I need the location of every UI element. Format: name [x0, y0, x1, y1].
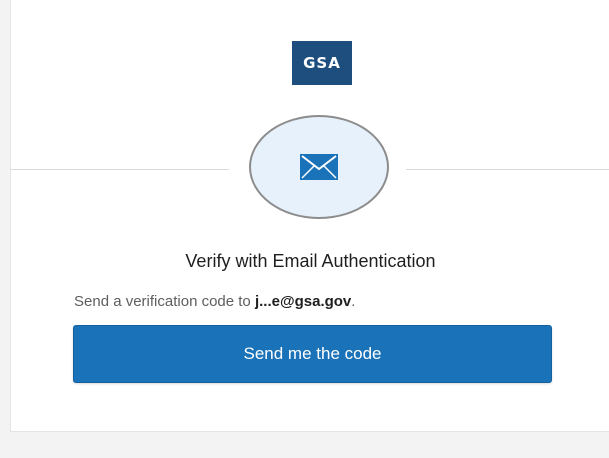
- masked-email: j...e@gsa.gov: [254, 293, 352, 310]
- verification-instructions: Send a verification code to j...e@gsa.go…: [74, 293, 355, 310]
- divider-right: [406, 169, 609, 170]
- authenticator-badge: [249, 115, 389, 219]
- divider-left: [11, 169, 229, 170]
- instructions-suffix: .: [351, 293, 356, 310]
- email-envelope-icon: [300, 154, 338, 180]
- send-code-button[interactable]: Send me the code: [73, 325, 552, 383]
- logo-text: GSA: [303, 54, 341, 72]
- page: GSA Verify with Email Authentication Sen…: [0, 0, 609, 458]
- auth-card: GSA Verify with Email Authentication Sen…: [10, 0, 609, 432]
- page-title: Verify with Email Authentication: [185, 251, 436, 271]
- instructions-prefix: Send a verification code to: [74, 293, 255, 310]
- gsa-logo: GSA: [292, 41, 352, 85]
